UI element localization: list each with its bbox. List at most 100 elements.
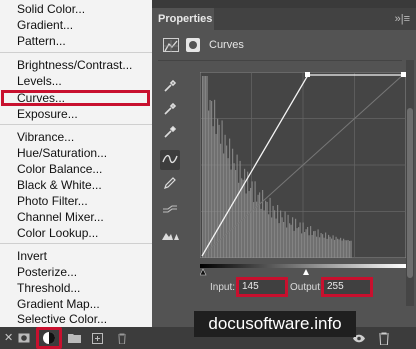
input-field[interactable]: 145 [236, 277, 288, 297]
menu-item-color-lookup[interactable]: Color Lookup... [17, 226, 98, 240]
panel-tab-bar: Properties »|≡ [152, 8, 416, 30]
menu-item-pattern[interactable]: Pattern... [17, 34, 66, 48]
histogram-bar [205, 76, 207, 258]
menu-item-levels[interactable]: Levels... [17, 74, 62, 88]
menu-item-hue-saturation[interactable]: Hue/Saturation... [17, 146, 107, 160]
menu-separator [0, 52, 152, 53]
histogram-bar [292, 217, 294, 258]
histogram-bar [269, 197, 271, 258]
menu-item-posterize[interactable]: Posterize... [17, 265, 77, 279]
histogram-bar [289, 223, 291, 258]
histogram-bar [347, 239, 349, 258]
output-label: Output: [290, 282, 323, 293]
menu-item-channel-mixer[interactable]: Channel Mixer... [17, 210, 104, 224]
eyedropper-black-icon[interactable] [160, 78, 180, 98]
trash-icon[interactable] [117, 327, 127, 349]
panel-top-strip [152, 0, 416, 8]
output-field[interactable]: 255 [321, 277, 373, 297]
histogram-bar [271, 217, 273, 258]
white-point-slider[interactable] [303, 269, 309, 275]
eyedropper-gray-icon[interactable] [160, 101, 180, 121]
watermark: docusoftware.info [194, 311, 356, 337]
histogram-bar [322, 234, 324, 258]
menu-item-invert[interactable]: Invert [17, 249, 47, 263]
black-point-slider[interactable] [199, 268, 207, 276]
histogram-bar [235, 170, 237, 258]
smooth-curve-icon[interactable] [160, 200, 180, 220]
menu-item-exposure[interactable]: Exposure... [17, 107, 78, 121]
histogram-bar [326, 238, 328, 258]
menu-item-black-white[interactable]: Black & White... [17, 178, 102, 192]
menu-item-photo-filter[interactable]: Photo Filter... [17, 194, 88, 208]
menu-item-vibrance[interactable]: Vibrance... [17, 130, 74, 144]
histogram-bar [338, 239, 340, 258]
histogram-bar [334, 239, 336, 258]
scrollbar-thumb[interactable] [407, 108, 413, 278]
curve-control-point[interactable] [305, 72, 310, 77]
histogram-bar [284, 211, 286, 258]
menu-item-threshold[interactable]: Threshold... [17, 281, 80, 295]
menu-item-gradient[interactable]: Gradient... [17, 18, 73, 32]
histogram-bar [293, 230, 295, 258]
histogram-bar [325, 232, 327, 258]
clipping-warning-icon[interactable] [160, 226, 180, 246]
tab-properties[interactable]: Properties [152, 8, 214, 30]
histogram-bar [320, 233, 322, 258]
histogram-bar [311, 235, 313, 258]
delete-icon[interactable] [378, 327, 390, 349]
histogram-bar [220, 143, 222, 258]
pencil-icon[interactable] [160, 175, 180, 195]
histogram-bar [248, 191, 250, 258]
layer-mask-icon[interactable] [186, 38, 200, 52]
menu-item-gradient-map[interactable]: Gradient Map... [17, 297, 100, 311]
histogram-bar [316, 236, 318, 258]
curves-adjustment-icon[interactable] [163, 38, 179, 52]
histogram-bar [302, 222, 304, 258]
histogram-bar [313, 231, 315, 258]
histogram-bar [227, 158, 229, 258]
histogram-bar [239, 160, 241, 258]
menu-item-selective-color[interactable]: Selective Color... [17, 312, 107, 326]
histogram-bar [278, 223, 280, 258]
input-gradient-slider[interactable] [199, 263, 414, 276]
histogram-bar [304, 232, 306, 258]
histogram-bar [268, 214, 270, 258]
histogram-bar [215, 133, 217, 258]
histogram-bar [272, 205, 274, 258]
properties-panel: Properties »|≡ Curves Input: 145 Output:… [152, 0, 416, 327]
new-layer-icon[interactable] [92, 327, 103, 349]
histogram-bar [281, 217, 283, 258]
close-icon[interactable]: ✕ [4, 327, 13, 349]
histogram-bar [206, 76, 208, 258]
folder-icon[interactable] [68, 327, 81, 349]
histogram-bar [295, 218, 297, 258]
histogram-bar [256, 201, 258, 258]
menu-item-solid-color[interactable]: Solid Color... [17, 2, 85, 16]
menu-item-color-balance[interactable]: Color Balance... [17, 162, 102, 176]
input-label: Input: [210, 282, 236, 293]
histogram-bar [259, 192, 261, 258]
histogram-bar [265, 200, 267, 258]
panel-menu-icon[interactable]: »|≡ [395, 8, 410, 30]
histogram-bar [251, 181, 253, 258]
histogram-bar [307, 226, 309, 258]
histogram-bar [337, 238, 339, 258]
histogram-bar [290, 224, 292, 258]
histogram-bar [254, 181, 256, 258]
histogram-bar [298, 227, 300, 258]
layer-mask-icon[interactable] [18, 327, 30, 349]
curve-edit-icon[interactable] [160, 150, 180, 170]
histogram-bar [301, 233, 303, 258]
panel-scrollbar[interactable] [406, 60, 414, 306]
histogram-bar [280, 210, 282, 258]
menu-item-brightness-contrast[interactable]: Brightness/Contrast... [17, 58, 132, 72]
curves-graph[interactable] [200, 72, 406, 258]
histogram-bar [266, 201, 268, 258]
curves-highlight-box [1, 90, 150, 106]
eyedropper-white-icon[interactable] [160, 124, 180, 144]
histogram-bar [323, 237, 325, 258]
histogram-bar [233, 163, 235, 258]
histogram-bar [230, 169, 232, 258]
histogram-bar [277, 204, 279, 258]
histogram-bar [245, 193, 247, 258]
